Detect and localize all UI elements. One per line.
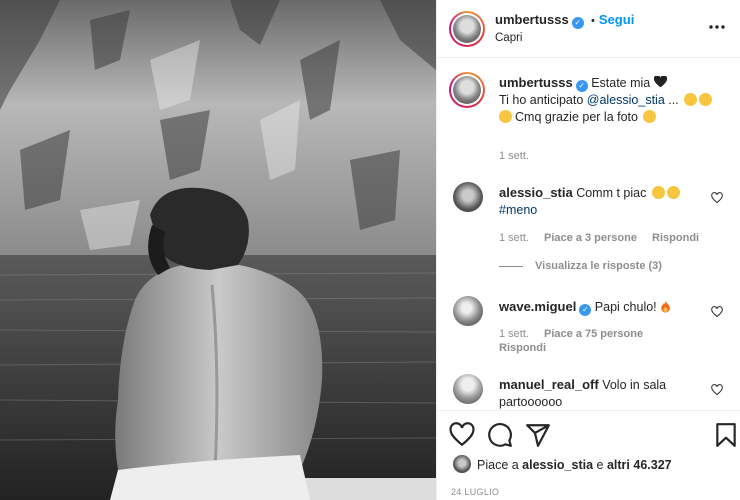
post-actions: Piace a alessio_stia e altri 46.327 24 L… xyxy=(437,410,740,500)
comment-username[interactable]: manuel_real_off xyxy=(499,377,599,392)
follow-button[interactable]: Segui xyxy=(599,12,634,27)
caption-text-3: Cmq grazie per la foto xyxy=(515,110,638,124)
post-location[interactable]: Capri xyxy=(495,32,522,44)
caption-text-1: Estate mia xyxy=(591,76,651,90)
laughing-emoji-icon xyxy=(499,110,512,123)
verified-icon: ✓ xyxy=(579,304,592,316)
comment-like-icon[interactable] xyxy=(711,192,723,204)
comment-text: Papi chulo! xyxy=(594,300,657,314)
caption-username[interactable]: umbertusss xyxy=(499,75,573,90)
comment-time[interactable]: 1 sett. xyxy=(499,328,529,340)
fire-emoji-icon xyxy=(661,300,670,313)
caption-time[interactable]: 1 sett. xyxy=(499,150,529,162)
caption-avatar[interactable] xyxy=(449,72,485,108)
post-panel: umbertusss ✓ • Segui Capri umbertusss ✓ Est… xyxy=(436,0,740,500)
emoji-icon xyxy=(651,186,665,199)
reply-button[interactable]: Rispondi xyxy=(652,232,699,244)
comment-likes[interactable]: Piace a 75 persone xyxy=(544,328,643,340)
laughing-emoji-icon xyxy=(699,93,713,106)
post-photo-image xyxy=(0,0,436,500)
post-photo[interactable] xyxy=(0,0,436,500)
comment-text: partoooooo xyxy=(499,395,563,409)
commenter-avatar[interactable] xyxy=(453,296,483,326)
likes-count[interactable]: altri 46.327 xyxy=(607,458,672,472)
laughing-emoji-icon xyxy=(643,110,657,123)
reply-button[interactable]: Rispondi xyxy=(499,342,546,354)
liker-avatar[interactable] xyxy=(453,455,471,473)
comment-text: Volo in sala xyxy=(602,378,667,392)
comment-like-icon[interactable] xyxy=(711,306,723,318)
comment-hashtag[interactable]: #meno xyxy=(499,203,537,217)
comment-icon[interactable] xyxy=(487,422,513,448)
replies-divider xyxy=(499,266,523,267)
comments-list: umbertusss ✓ Estate mia Ti ho anticipato … xyxy=(437,58,740,410)
post-date[interactable]: 24 LUGLIO xyxy=(451,487,499,497)
verified-icon: ✓ xyxy=(571,17,584,29)
caption-text-2: Ti ho anticipato xyxy=(499,93,587,107)
more-dots-icon[interactable] xyxy=(707,20,727,34)
liker-username[interactable]: alessio_stia xyxy=(522,458,593,472)
commenter-avatar[interactable] xyxy=(453,374,483,404)
laughing-emoji-icon xyxy=(684,93,698,106)
comment-username[interactable]: alessio_stia xyxy=(499,185,573,200)
author-username[interactable]: umbertusss xyxy=(495,12,569,27)
comment-time[interactable]: 1 sett. xyxy=(499,232,529,244)
commenter-avatar[interactable] xyxy=(453,182,483,212)
likes-summary[interactable]: Piace a alessio_stia e altri 46.327 xyxy=(477,458,672,472)
comment-username[interactable]: wave.miguel xyxy=(499,299,576,314)
caption-mention[interactable]: @alessio_stia xyxy=(587,93,665,107)
emoji-icon xyxy=(666,186,680,199)
comment-like-icon[interactable] xyxy=(711,384,723,396)
black-heart-icon xyxy=(653,75,667,88)
verified-icon: ✓ xyxy=(575,80,588,92)
author-avatar[interactable] xyxy=(449,11,485,47)
bookmark-icon[interactable] xyxy=(713,422,739,448)
comment-likes[interactable]: Piace a 3 persone xyxy=(544,232,637,244)
post-header: umbertusss ✓ • Segui Capri xyxy=(437,0,740,58)
share-icon[interactable] xyxy=(525,422,551,448)
heart-icon[interactable] xyxy=(449,422,475,448)
comment-text: Comm t piac xyxy=(576,186,647,200)
view-replies-button[interactable]: Visualizza le risposte (3) xyxy=(535,260,662,272)
